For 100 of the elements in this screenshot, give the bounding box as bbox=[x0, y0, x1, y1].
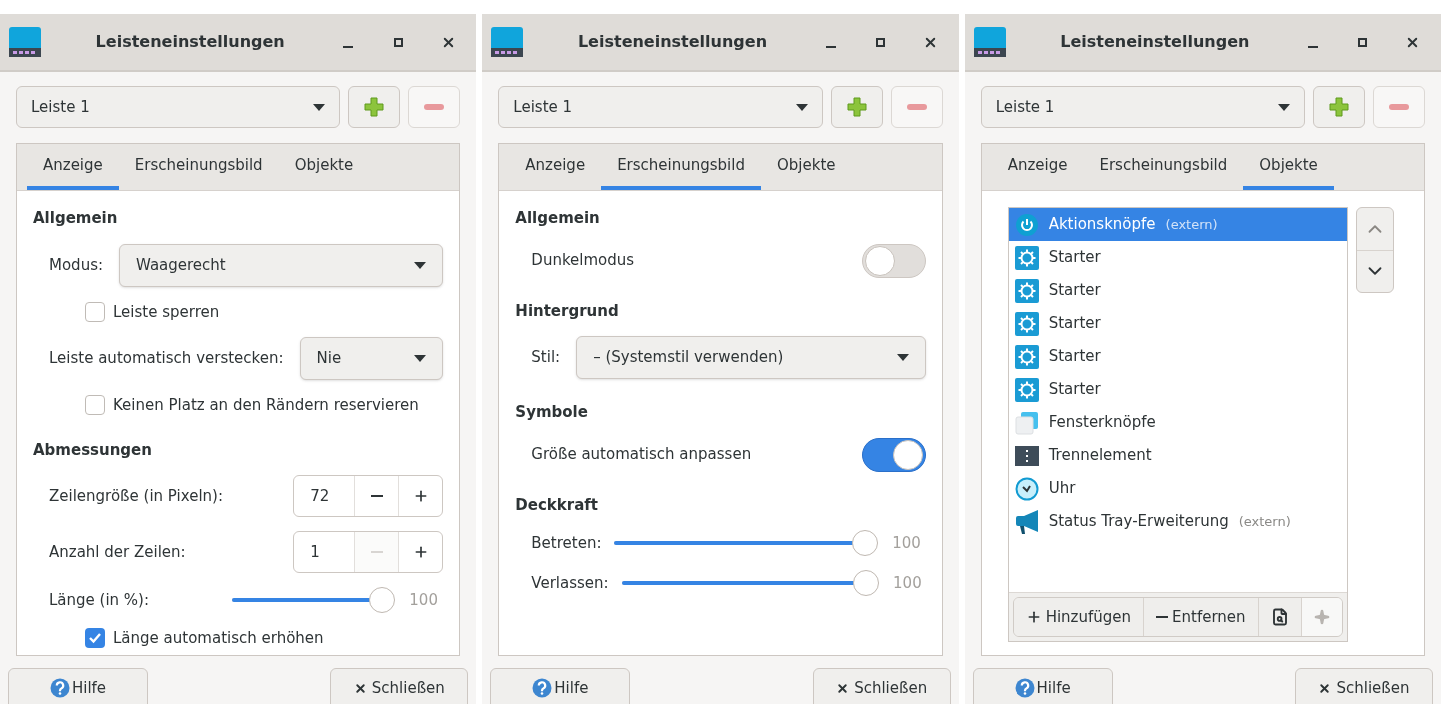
plus-icon bbox=[846, 97, 867, 117]
tab[interactable]: Anzeige bbox=[27, 144, 119, 190]
power-icon bbox=[1014, 212, 1039, 237]
field-label: Dunkelmodus bbox=[531, 250, 636, 272]
caret-icon bbox=[795, 103, 808, 111]
checkbox-option[interactable]: Länge automatisch erhöhen bbox=[33, 627, 324, 650]
megaphone-icon bbox=[1014, 508, 1039, 535]
caret-icon bbox=[414, 261, 427, 269]
remove-panel-button[interactable] bbox=[890, 86, 943, 128]
list-item[interactable]: Starter bbox=[1008, 274, 1347, 307]
item-name: Status Tray-Erweiterung bbox=[1048, 511, 1229, 533]
checkbox[interactable] bbox=[85, 301, 105, 322]
tab[interactable]: Anzeige bbox=[991, 144, 1084, 190]
section-heading: Allgemein bbox=[515, 208, 601, 229]
check-icon bbox=[88, 632, 102, 645]
plus-icon bbox=[1329, 97, 1349, 117]
field-label: Länge (in %): bbox=[49, 589, 151, 611]
close-icon bbox=[836, 681, 850, 695]
checkbox-option[interactable]: Keinen Platz an den Rändern reservieren bbox=[33, 394, 419, 417]
spin-field[interactable]: 1 bbox=[293, 531, 444, 573]
panel-app-icon bbox=[490, 26, 525, 58]
help-icon bbox=[49, 678, 70, 698]
list-item[interactable]: Starter bbox=[1008, 340, 1347, 373]
add-panel-button[interactable] bbox=[830, 86, 883, 128]
item-note: (extern) bbox=[1165, 215, 1218, 234]
tab[interactable]: Erscheinungsbild bbox=[118, 144, 279, 190]
sparkle-icon bbox=[1313, 609, 1330, 625]
checkbox[interactable] bbox=[85, 395, 105, 416]
panel-dropdown[interactable]: Leiste 1 bbox=[16, 86, 341, 128]
toolbar-button[interactable]: Hinzufügen bbox=[1013, 598, 1145, 636]
list-item[interactable]: Starter bbox=[1008, 307, 1347, 340]
list-item[interactable]: Trennelement bbox=[1008, 439, 1347, 472]
tab[interactable]: Erscheinungsbild bbox=[1083, 144, 1244, 190]
document-search-icon bbox=[1270, 608, 1289, 626]
help-icon bbox=[1014, 678, 1035, 698]
item-name: Starter bbox=[1048, 280, 1101, 302]
checkbox[interactable] bbox=[85, 628, 105, 649]
item-name: Starter bbox=[1048, 346, 1101, 368]
list-item[interactable]: Starter bbox=[1008, 241, 1347, 274]
list-item[interactable]: Starter bbox=[1008, 373, 1347, 406]
item-name: Trennelement bbox=[1048, 445, 1152, 467]
tab[interactable]: Erscheinungsbild bbox=[601, 144, 761, 190]
dropdown[interactable]: Waagerecht bbox=[119, 243, 444, 287]
minus-icon bbox=[424, 104, 445, 110]
spin-field[interactable]: 72 bbox=[293, 475, 444, 517]
add-panel-button[interactable] bbox=[348, 86, 401, 128]
slider-value: 100 bbox=[892, 572, 923, 594]
panel-app-icon bbox=[8, 26, 42, 58]
plus-icon bbox=[364, 97, 385, 117]
field-label: Leiste automatisch verstecken: bbox=[49, 348, 284, 370]
slider-thumb[interactable] bbox=[852, 530, 879, 556]
dropdown[interactable]: Nie bbox=[299, 337, 444, 380]
section-heading: Allgemein bbox=[33, 208, 119, 229]
slider-thumb[interactable] bbox=[853, 570, 880, 596]
field-label: Modus: bbox=[49, 254, 104, 276]
window-title: Leisteneinstellungen bbox=[576, 31, 769, 53]
tab[interactable]: Objekte bbox=[761, 144, 852, 190]
list-item[interactable]: Uhr bbox=[1008, 472, 1347, 505]
remove-panel-button[interactable] bbox=[1373, 86, 1425, 128]
remove-panel-button[interactable] bbox=[408, 86, 461, 128]
toggle-switch[interactable] bbox=[861, 437, 926, 472]
decrement-button[interactable] bbox=[354, 532, 399, 572]
toggle-switch[interactable] bbox=[861, 243, 926, 278]
panel-dropdown[interactable]: Leiste 1 bbox=[980, 86, 1305, 128]
tab[interactable]: Objekte bbox=[1243, 144, 1334, 190]
slider-thumb[interactable] bbox=[369, 587, 396, 613]
close-dialog-button[interactable]: Schließen bbox=[812, 668, 951, 704]
checkbox-option[interactable]: Leiste sperren bbox=[33, 300, 220, 323]
help-button[interactable]: Hilfe bbox=[490, 668, 631, 704]
panel-app-icon bbox=[972, 26, 1007, 58]
gear-icon bbox=[1014, 377, 1039, 402]
section-heading: Deckkraft bbox=[515, 494, 599, 516]
section-heading: Abmessungen bbox=[33, 439, 153, 461]
list-item[interactable]: Fensterknöpfe bbox=[1008, 406, 1347, 439]
add-panel-button[interactable] bbox=[1313, 86, 1365, 128]
minus-icon bbox=[1389, 104, 1409, 110]
tab[interactable]: Anzeige bbox=[509, 144, 602, 190]
section-heading: Symbole bbox=[515, 402, 589, 423]
field-label: Zeilengröße (in Pixeln): bbox=[49, 485, 224, 507]
panel-dropdown[interactable]: Leiste 1 bbox=[498, 86, 823, 128]
field-label: Anzahl der Zeilen: bbox=[49, 541, 187, 563]
caret-icon bbox=[414, 355, 427, 362]
gear-icon bbox=[1014, 344, 1039, 369]
window-title: Leisteneinstellungen bbox=[1059, 31, 1251, 53]
close-dialog-button[interactable]: Schließen bbox=[1295, 668, 1433, 704]
list-item[interactable]: Aktionsknöpfe (extern) bbox=[1008, 208, 1347, 241]
item-name: Fensterknöpfe bbox=[1048, 412, 1156, 434]
dropdown[interactable]: – (Systemstil verwenden) bbox=[576, 336, 926, 379]
slider-value: 100 bbox=[408, 589, 439, 611]
gear-icon bbox=[1014, 245, 1039, 270]
close-dialog-button[interactable]: Schließen bbox=[330, 668, 469, 704]
windows-icon bbox=[1014, 410, 1039, 435]
help-button[interactable]: Hilfe bbox=[972, 668, 1113, 704]
tab[interactable]: Objekte bbox=[278, 144, 370, 190]
help-button[interactable]: Hilfe bbox=[8, 668, 148, 704]
list-item[interactable]: Status Tray-Erweiterung (extern) bbox=[1008, 505, 1347, 538]
field-label: Größe automatisch anpassen bbox=[531, 444, 753, 466]
item-note: (extern) bbox=[1238, 512, 1291, 531]
field-label: Verlassen: bbox=[531, 572, 609, 594]
minus-icon bbox=[1156, 616, 1169, 618]
